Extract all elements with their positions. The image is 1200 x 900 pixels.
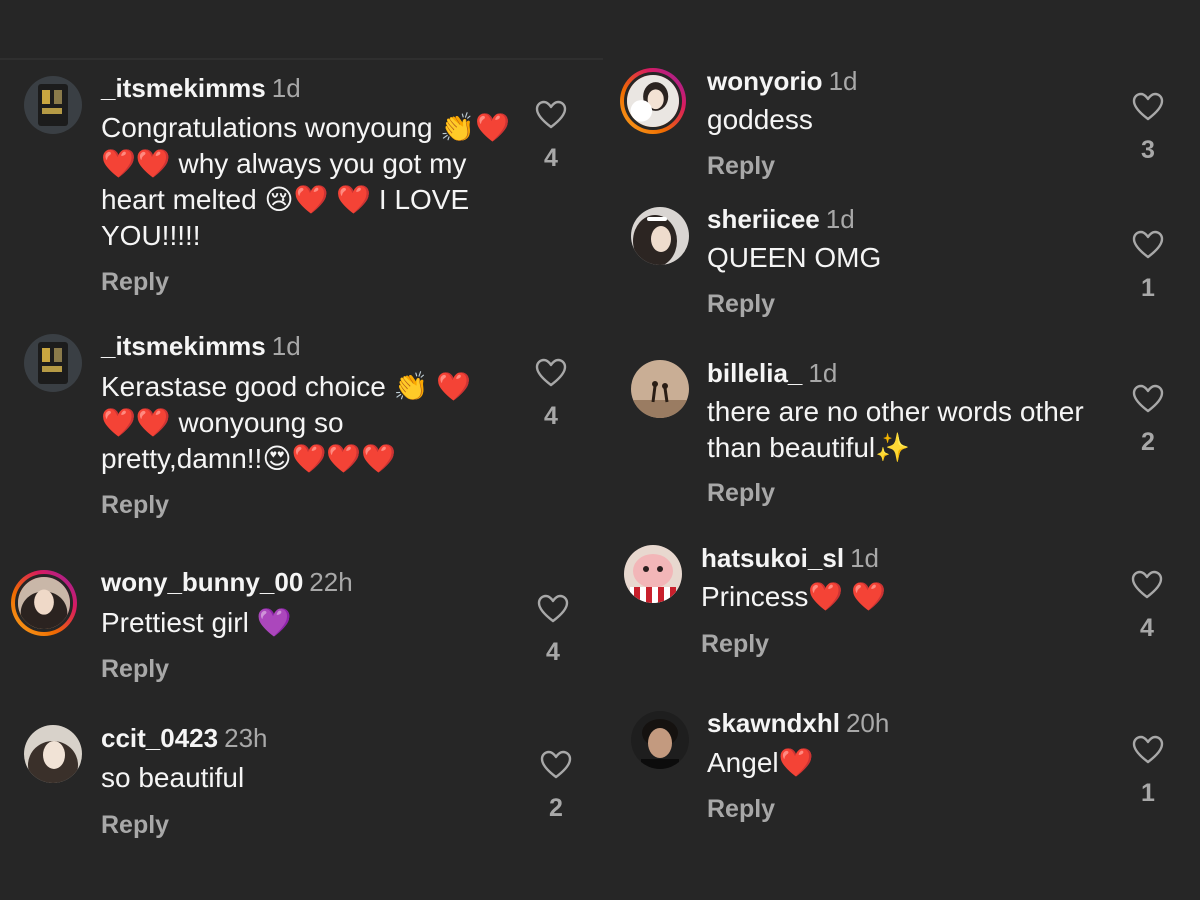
timestamp: 22h — [309, 567, 353, 597]
like-count: 1 — [1141, 779, 1155, 807]
like-button[interactable]: 4 — [1127, 570, 1167, 643]
comment-text: goddess — [707, 104, 813, 135]
heart-outline-icon[interactable] — [1131, 570, 1163, 600]
username[interactable]: wonyorio — [707, 66, 823, 96]
like-button[interactable]: 2 — [1128, 384, 1168, 457]
avatar[interactable] — [624, 545, 682, 603]
comments-column-left: _itsmekimms 1d Congratulations wonyoung 👏… — [0, 0, 603, 900]
like-button[interactable]: 4 — [531, 100, 571, 173]
like-count: 1 — [1141, 274, 1155, 302]
comment-text: Kerastase good choice 👏 ❤️❤️❤️ wonyoung … — [101, 371, 472, 474]
reply-button[interactable]: Reply — [101, 268, 169, 297]
comment-meta: _itsmekimms 1d — [101, 331, 301, 362]
username[interactable]: sheriicee — [707, 204, 820, 234]
reply-button[interactable]: Reply — [707, 479, 775, 508]
comment-meta: sheriicee 1d — [707, 204, 855, 235]
like-count: 4 — [544, 144, 558, 172]
like-button[interactable]: 3 — [1128, 92, 1168, 165]
username[interactable]: wony_bunny_00 — [101, 567, 303, 597]
avatar[interactable] — [631, 711, 689, 769]
avatar[interactable] — [11, 570, 77, 636]
timestamp: 1d — [825, 204, 855, 234]
comment-text: Angel❤️ — [707, 747, 814, 778]
divider — [0, 58, 603, 60]
comment-text: there are no other words other than beau… — [707, 396, 1084, 463]
username[interactable]: hatsukoi_sl — [701, 543, 844, 573]
heart-outline-icon[interactable] — [1132, 230, 1164, 260]
timestamp: 23h — [224, 723, 268, 753]
heart-outline-icon[interactable] — [1132, 92, 1164, 122]
like-button[interactable]: 2 — [536, 750, 576, 823]
heart-outline-icon[interactable] — [535, 358, 567, 388]
username[interactable]: _itsmekimms — [101, 331, 266, 361]
reply-button[interactable]: Reply — [707, 152, 775, 181]
like-count: 4 — [544, 402, 558, 430]
like-count: 3 — [1141, 136, 1155, 164]
heart-outline-icon[interactable] — [1132, 735, 1164, 765]
comment-meta: hatsukoi_sl 1d — [701, 543, 879, 574]
comment-text: Prettiest girl 💜 — [101, 607, 292, 638]
timestamp: 1d — [271, 331, 301, 361]
username[interactable]: ccit_0423 — [101, 723, 218, 753]
comment-text: Congratulations wonyoung 👏❤️❤️❤️ why alw… — [101, 112, 511, 251]
avatar[interactable] — [631, 360, 689, 418]
like-button[interactable]: 1 — [1128, 735, 1168, 808]
avatar[interactable] — [24, 334, 82, 392]
like-count: 2 — [549, 794, 563, 822]
timestamp: 1d — [850, 543, 879, 573]
comment-text: QUEEN OMG — [707, 242, 882, 273]
like-count: 2 — [1141, 428, 1155, 456]
comment-meta: billelia_ 1d — [707, 358, 837, 389]
reply-button[interactable]: Reply — [101, 811, 169, 840]
heart-outline-icon[interactable] — [537, 594, 569, 624]
comments-column-right: wonyorio 1d goddess Reply 3 sheriicee 1d Q… — [603, 0, 1200, 900]
reply-button[interactable]: Reply — [101, 655, 169, 684]
comment-meta: _itsmekimms 1d — [101, 73, 301, 104]
avatar[interactable] — [631, 207, 689, 265]
comment-meta: skawndxhl 20h — [707, 708, 889, 739]
like-button[interactable]: 4 — [531, 358, 571, 431]
reply-button[interactable]: Reply — [101, 491, 169, 520]
heart-outline-icon[interactable] — [1132, 384, 1164, 414]
comment-meta: wony_bunny_00 22h — [101, 567, 353, 598]
reply-button[interactable]: Reply — [707, 795, 775, 824]
avatar[interactable] — [24, 76, 82, 134]
reply-button[interactable]: Reply — [701, 630, 769, 659]
like-button[interactable]: 4 — [533, 594, 573, 667]
username[interactable]: skawndxhl — [707, 708, 840, 738]
timestamp: 1d — [828, 66, 858, 96]
comment-meta: ccit_0423 23h — [101, 723, 268, 754]
username[interactable]: _itsmekimms — [101, 73, 266, 103]
heart-outline-icon[interactable] — [535, 100, 567, 130]
like-button[interactable]: 1 — [1128, 230, 1168, 303]
comment-text: Princess❤️ ❤️ — [701, 581, 886, 612]
timestamp: 1d — [271, 73, 301, 103]
timestamp: 20h — [845, 708, 890, 738]
comment-meta: wonyorio 1d — [707, 66, 857, 97]
comment-text: so beautiful — [101, 762, 245, 793]
avatar[interactable] — [24, 725, 82, 783]
reply-button[interactable]: Reply — [707, 290, 775, 319]
like-count: 4 — [1140, 614, 1154, 642]
username[interactable]: billelia_ — [707, 358, 802, 388]
heart-outline-icon[interactable] — [540, 750, 572, 780]
avatar[interactable] — [620, 68, 686, 134]
timestamp: 1d — [808, 358, 838, 388]
like-count: 4 — [546, 638, 560, 666]
